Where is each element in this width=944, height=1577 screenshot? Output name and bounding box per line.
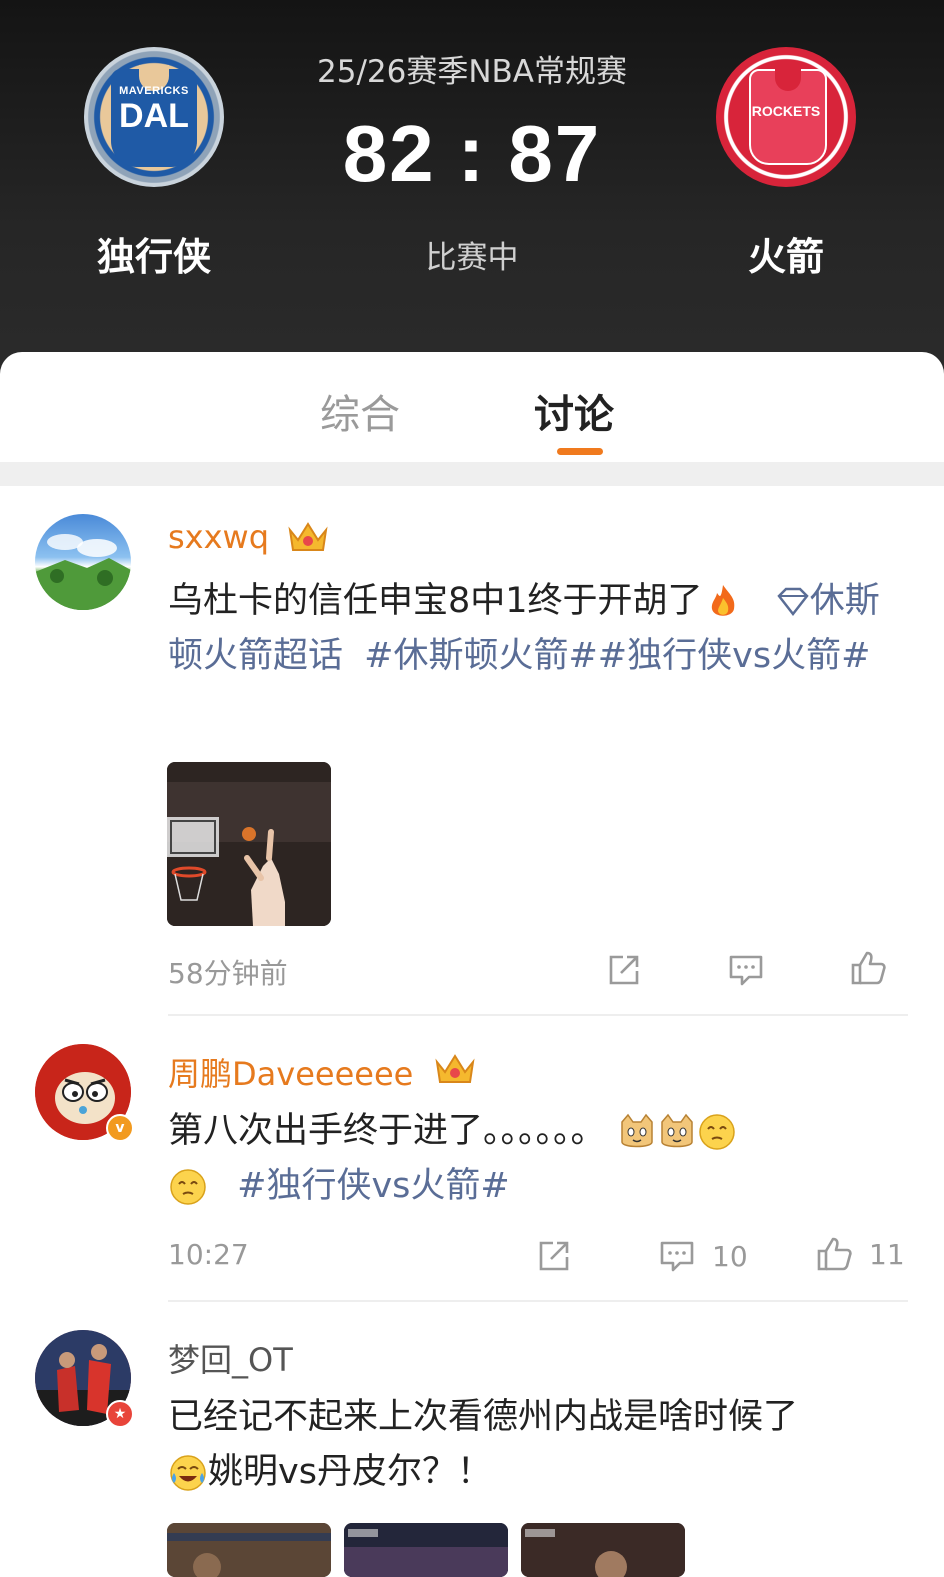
away-score: 87 xyxy=(508,109,602,198)
mavericks-logo-wordmark: MAVERICKS xyxy=(119,85,189,97)
member-badge-icon: ★ xyxy=(106,1400,134,1428)
broadcast-photo-image xyxy=(167,1523,331,1577)
post-image-thumbnail[interactable] xyxy=(167,762,331,926)
mavericks-logo-abbr: DAL xyxy=(119,97,189,135)
thumbs-up-icon xyxy=(851,951,886,985)
rockets-logo[interactable]: ROCKETS xyxy=(716,47,856,187)
hashtag-link[interactable]: #独行侠vs火箭# xyxy=(237,1166,510,1206)
laughing-tears-emoji-icon xyxy=(170,1455,206,1491)
username[interactable]: 梦回_OT xyxy=(168,1335,293,1381)
active-tab-indicator xyxy=(557,448,603,455)
broadcast-photo-image xyxy=(344,1523,508,1577)
post-text-line1: 已经记不起来上次看德州内战是啥时候了 xyxy=(168,1397,799,1437)
post-timestamp: 10:27 xyxy=(168,1238,249,1271)
post-timestamp: 58分钟前 xyxy=(168,957,288,990)
post-body: 乌杜卡的信任申宝8中1终于开胡了 休斯顿火箭超话 #休斯顿火箭##独行侠vs火箭… xyxy=(168,574,908,684)
post-image-thumbnail[interactable] xyxy=(344,1523,508,1577)
dizzy-face-emoji-icon xyxy=(170,1169,206,1205)
home-score: 82 xyxy=(342,109,436,198)
section-divider xyxy=(0,462,944,486)
thumbs-up-icon xyxy=(817,1237,852,1271)
fire-emoji-icon xyxy=(711,585,734,616)
vip-crown-icon xyxy=(435,1054,475,1083)
cat-face-emoji-icon xyxy=(660,1113,693,1148)
post-body: 第八次出手终于进了。。。。。。 #独行侠vs火箭# xyxy=(168,1104,908,1214)
super-topic-diamond-icon xyxy=(777,587,809,617)
away-team-name[interactable]: 火箭 xyxy=(686,226,886,281)
scoreline: 82:87 xyxy=(270,108,674,200)
comment-icon xyxy=(660,1241,694,1272)
username[interactable]: 周鹏Daveeeeee xyxy=(168,1049,413,1095)
comment-button[interactable]: 10 xyxy=(658,1237,748,1275)
post-separator xyxy=(168,1014,908,1016)
broadcast-photo-image xyxy=(521,1523,685,1577)
game-status: 比赛中 xyxy=(425,240,519,276)
basketball-photo-image xyxy=(167,762,331,926)
share-icon xyxy=(609,955,639,985)
like-count: 11 xyxy=(869,1237,905,1271)
post-text: 乌杜卡的信任申宝8中1终于开胡了 xyxy=(168,581,703,621)
cat-face-emoji-icon xyxy=(620,1113,653,1148)
mavericks-logo[interactable]: MAVERICKS DAL xyxy=(84,47,224,187)
vip-crown-icon xyxy=(288,522,328,551)
comment-count: 10 xyxy=(712,1239,748,1273)
username[interactable]: sxxwq xyxy=(168,518,269,556)
avatar[interactable] xyxy=(35,514,131,610)
landscape-avatar-image xyxy=(35,534,131,610)
tab-bar: 综合 讨论 xyxy=(0,352,944,462)
post-image-thumbnail[interactable] xyxy=(521,1523,685,1577)
dizzy-face-emoji-icon xyxy=(698,1114,735,1150)
tab-discussion[interactable]: 讨论 xyxy=(534,382,614,440)
like-button[interactable]: 11 xyxy=(815,1235,905,1273)
score-separator: : xyxy=(457,109,487,198)
post-separator xyxy=(168,1300,908,1302)
share-icon xyxy=(539,1241,569,1271)
rockets-logo-wordmark: ROCKETS xyxy=(751,103,821,119)
post-image-thumbnail[interactable] xyxy=(167,1523,331,1577)
tab-overview[interactable]: 综合 xyxy=(320,382,400,440)
post-body: 已经记不起来上次看德州内战是啥时候了 姚明vs丹皮尔？！ xyxy=(168,1390,908,1500)
season-title: 25/26赛季NBA常规赛 xyxy=(317,54,627,90)
comment-icon xyxy=(729,955,763,986)
home-team-name[interactable]: 独行侠 xyxy=(54,226,254,281)
comment-button[interactable] xyxy=(727,951,765,989)
like-button[interactable] xyxy=(849,949,887,987)
verified-badge-icon: v xyxy=(106,1114,134,1142)
post-text: 第八次出手终于进了。。。。。。 xyxy=(168,1111,606,1151)
share-button[interactable] xyxy=(605,951,643,989)
post-text-line2: 姚明vs丹皮尔？！ xyxy=(208,1452,492,1492)
hashtag-link[interactable]: #休斯顿火箭##独行侠vs火箭# xyxy=(364,636,870,676)
scoreboard-header: MAVERICKS DAL 独行侠 25/26赛季NBA常规赛 82:87 比赛… xyxy=(0,0,944,380)
share-button[interactable] xyxy=(535,1237,573,1275)
